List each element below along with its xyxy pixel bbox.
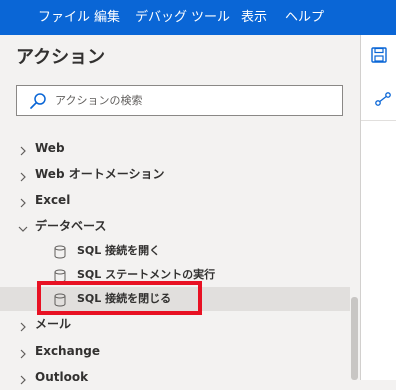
tree-item-label: メール	[35, 317, 72, 331]
tree-item-excel[interactable]: Excel	[0, 188, 350, 212]
tree-item-outlook[interactable]: Outlook	[0, 365, 350, 389]
tree-item-label: Excel	[35, 193, 71, 207]
variable-icon[interactable]	[374, 90, 392, 108]
action-item-sql-execute[interactable]: SQL ステートメントの実行	[0, 263, 350, 287]
menu-help[interactable]: ヘルプ	[285, 0, 324, 35]
tree-item-exchange[interactable]: Exchange	[0, 339, 350, 363]
action-item-sql-open[interactable]: SQL 接続を開く	[0, 239, 350, 263]
save-icon[interactable]	[370, 46, 388, 64]
tree-item-label: データベース	[35, 219, 107, 233]
chevron-right-icon[interactable]	[17, 142, 29, 156]
menu-debug[interactable]: デバッグ	[135, 0, 187, 35]
chevron-right-icon[interactable]	[17, 371, 29, 385]
action-item-label: SQL ステートメントの実行	[77, 268, 216, 281]
menu-bar: ファイル 編集 デバッグ ツール 表示 ヘルプ	[0, 0, 396, 35]
tree-item-database[interactable]: データベース	[0, 214, 350, 238]
chevron-right-icon[interactable]	[17, 168, 29, 182]
chevron-down-icon[interactable]	[17, 220, 29, 232]
panel-title: アクション	[16, 47, 106, 68]
search-input[interactable]	[55, 86, 335, 115]
menu-tools[interactable]: ツール	[191, 0, 230, 35]
tree-item-web[interactable]: Web	[0, 136, 350, 160]
menu-view[interactable]: 表示	[241, 0, 267, 35]
scrollbar-thumb[interactable]	[351, 297, 358, 380]
chevron-right-icon[interactable]	[17, 194, 29, 208]
database-icon	[54, 244, 66, 259]
tree-item-label: Exchange	[35, 344, 100, 358]
right-toolbar	[361, 35, 396, 380]
chevron-right-icon[interactable]	[17, 345, 29, 359]
chevron-right-icon[interactable]	[17, 318, 29, 332]
tree-item-label: Outlook	[35, 370, 89, 384]
tree-item-label: Web	[35, 141, 65, 155]
search-icon	[29, 92, 47, 110]
action-item-label: SQL 接続を閉じる	[77, 292, 172, 305]
database-icon	[54, 292, 66, 307]
menu-edit[interactable]: 編集	[94, 0, 120, 35]
tree-item-label: Web オートメーション	[35, 167, 165, 181]
search-box[interactable]	[16, 85, 343, 116]
tree-item-mail[interactable]: メール	[0, 312, 350, 336]
menu-file[interactable]: ファイル	[38, 0, 90, 35]
toolbar-separator	[361, 120, 396, 121]
action-item-sql-close[interactable]: SQL 接続を閉じる	[0, 287, 350, 311]
actions-panel: アクション Web Web オートメーション Excel	[0, 35, 360, 385]
action-item-label: SQL 接続を開く	[77, 244, 161, 257]
database-icon	[54, 268, 66, 283]
tree-item-web-automation[interactable]: Web オートメーション	[0, 162, 350, 186]
